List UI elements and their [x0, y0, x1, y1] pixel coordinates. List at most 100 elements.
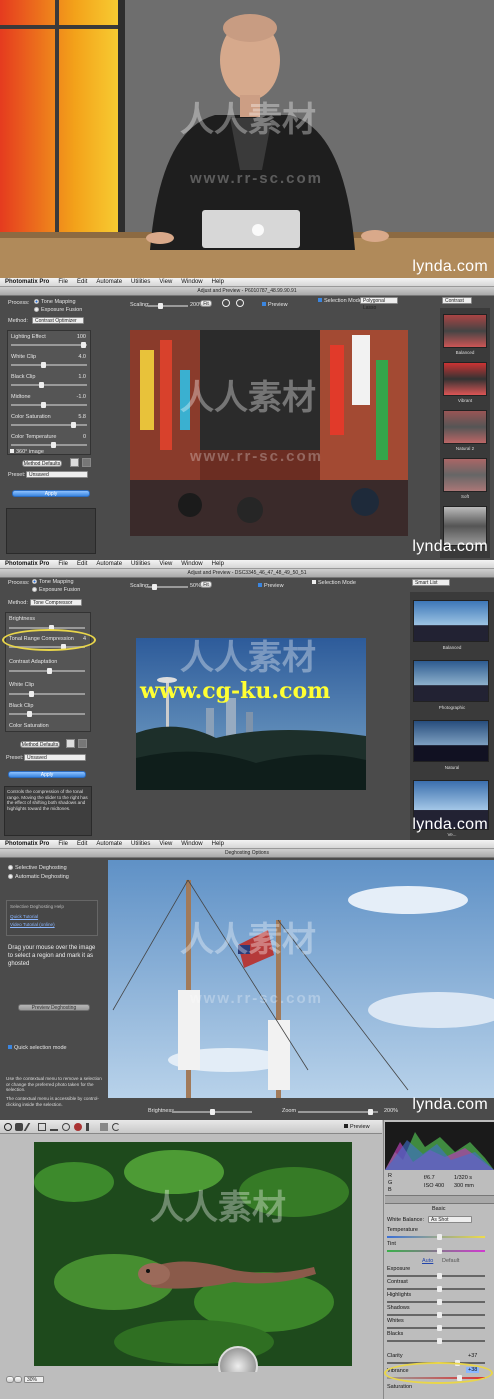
- preferences-icon[interactable]: [100, 1123, 108, 1131]
- sort-select[interactable]: Contrast: [442, 297, 472, 304]
- radio-selective[interactable]: Selective Deghosting: [8, 865, 67, 871]
- menu-automate[interactable]: Automate: [96, 841, 122, 847]
- preview-image-mast[interactable]: [108, 860, 494, 1098]
- fit-button[interactable]: Fit: [200, 581, 212, 588]
- apply-button[interactable]: Apply: [12, 490, 90, 497]
- white-balance-select[interactable]: As Shot: [428, 1216, 472, 1223]
- white-clip-slider[interactable]: [11, 362, 87, 368]
- tab-basic[interactable]: Basic: [432, 1206, 445, 1212]
- brightness-slider[interactable]: [172, 1109, 252, 1115]
- menu-help[interactable]: Help: [212, 279, 224, 285]
- white-clip-slider[interactable]: [9, 691, 85, 697]
- auto-link[interactable]: Auto: [422, 1258, 433, 1264]
- preset-select[interactable]: Unsaved: [26, 471, 88, 478]
- color-temperature-slider[interactable]: [11, 442, 87, 448]
- clarity-value[interactable]: +37: [468, 1353, 477, 1359]
- zoom-slider[interactable]: [298, 1109, 378, 1115]
- zoom-out-icon[interactable]: [236, 299, 244, 307]
- preset-select[interactable]: Unsaved: [24, 754, 86, 761]
- apply-button[interactable]: Apply: [8, 771, 86, 778]
- menu-app[interactable]: Photomatix Pro: [5, 841, 49, 847]
- tint-slider[interactable]: [387, 1248, 485, 1254]
- shadows-slider[interactable]: [387, 1312, 485, 1318]
- menu-view[interactable]: View: [159, 561, 172, 567]
- thumb-preset[interactable]: [413, 660, 489, 702]
- exposure-slider[interactable]: [387, 1273, 485, 1279]
- hand-tool-icon[interactable]: [15, 1123, 23, 1131]
- radio-exposure-fusion[interactable]: Exposure Fusion: [34, 307, 82, 313]
- spot-removal-icon[interactable]: [62, 1123, 70, 1131]
- fit-button[interactable]: Fit: [200, 300, 212, 307]
- scaling-slider[interactable]: [148, 303, 188, 309]
- straighten-tool-icon[interactable]: [50, 1123, 58, 1131]
- method-select[interactable]: Tone Compressor: [30, 599, 82, 606]
- radio-automatic[interactable]: Automatic Deghosting: [8, 874, 69, 880]
- blacks-slider[interactable]: [387, 1338, 485, 1344]
- zoom-in-icon[interactable]: [222, 299, 230, 307]
- video-tutorial-link[interactable]: Video Tutorial (online): [10, 922, 55, 927]
- camera-icon[interactable]: [70, 458, 79, 467]
- menu-window[interactable]: Window: [181, 561, 202, 567]
- menu-automate[interactable]: Automate: [96, 279, 122, 285]
- brush-icon[interactable]: [82, 458, 91, 467]
- quick-tutorial-link[interactable]: Quick Tutorial: [10, 914, 38, 919]
- lighting-effect-slider[interactable]: [11, 342, 87, 348]
- menu-app[interactable]: Photomatix Pro: [5, 279, 49, 285]
- zoom-in-button[interactable]: [14, 1376, 22, 1383]
- menu-app[interactable]: Photomatix Pro: [5, 561, 49, 567]
- temperature-slider[interactable]: [387, 1234, 485, 1240]
- thumb-preset[interactable]: [443, 362, 487, 396]
- quick-selection-check[interactable]: Quick selection mode: [8, 1045, 67, 1051]
- menu-automate[interactable]: Automate: [96, 561, 122, 567]
- preview-check[interactable]: Preview: [344, 1124, 370, 1130]
- contrast-adaptation-slider[interactable]: [9, 668, 85, 674]
- highlights-slider[interactable]: [387, 1299, 485, 1305]
- menu-utilities[interactable]: Utilities: [131, 841, 150, 847]
- method-defaults-button[interactable]: Method Defaults: [20, 741, 60, 748]
- contrast-slider[interactable]: [387, 1286, 485, 1292]
- zoom-out-button[interactable]: [6, 1376, 14, 1383]
- menu-view[interactable]: View: [159, 841, 172, 847]
- whites-slider[interactable]: [387, 1325, 485, 1331]
- midtone-slider[interactable]: [11, 402, 87, 408]
- menu-edit[interactable]: Edit: [77, 561, 87, 567]
- radio-tone-mapping[interactable]: Tone Mapping: [32, 579, 74, 585]
- menu-help[interactable]: Help: [212, 561, 224, 567]
- selection-mode-check[interactable]: Selection Mode: [312, 580, 356, 586]
- smart-list-select[interactable]: Smart List: [412, 579, 450, 586]
- menu-window[interactable]: Window: [181, 279, 202, 285]
- menu-edit[interactable]: Edit: [77, 279, 87, 285]
- thumb-preset[interactable]: [413, 720, 489, 762]
- crop-tool-icon[interactable]: [38, 1123, 46, 1131]
- menu-utilities[interactable]: Utilities: [131, 561, 150, 567]
- black-clip-slider[interactable]: [11, 382, 87, 388]
- menu-file[interactable]: File: [58, 279, 68, 285]
- black-clip-slider[interactable]: [9, 711, 85, 717]
- radio-exposure-fusion[interactable]: Exposure Fusion: [32, 587, 80, 593]
- menu-view[interactable]: View: [159, 279, 172, 285]
- preview-check[interactable]: Preview: [258, 583, 284, 589]
- zoom-select[interactable]: 30%: [24, 1376, 44, 1383]
- selection-tool-select[interactable]: Polygonal Lasso: [360, 297, 398, 311]
- red-eye-icon[interactable]: [74, 1123, 82, 1131]
- camera-icon[interactable]: [66, 739, 75, 748]
- color-saturation-slider[interactable]: [11, 422, 87, 428]
- menu-window[interactable]: Window: [181, 841, 202, 847]
- menu-file[interactable]: File: [58, 561, 68, 567]
- thumb-preset[interactable]: [413, 600, 489, 642]
- preview-check[interactable]: Preview: [262, 302, 288, 308]
- thumb-preset[interactable]: [443, 458, 487, 492]
- radio-tone-mapping[interactable]: Tone Mapping: [34, 299, 76, 305]
- default-link[interactable]: Default: [442, 1258, 459, 1264]
- scaling-slider[interactable]: [148, 584, 188, 590]
- method-select[interactable]: Contrast Optimizer: [32, 317, 84, 324]
- rotate-icon[interactable]: [112, 1123, 120, 1131]
- thumb-preset[interactable]: [443, 314, 487, 348]
- thumb-preset[interactable]: [443, 410, 487, 444]
- selection-mode-check[interactable]: Selection Mode: [318, 298, 362, 304]
- zoom-tool-icon[interactable]: [4, 1123, 12, 1131]
- brush-icon[interactable]: [78, 739, 87, 748]
- menu-file[interactable]: File: [58, 841, 68, 847]
- menu-edit[interactable]: Edit: [77, 841, 87, 847]
- brush-icon[interactable]: [86, 1123, 94, 1131]
